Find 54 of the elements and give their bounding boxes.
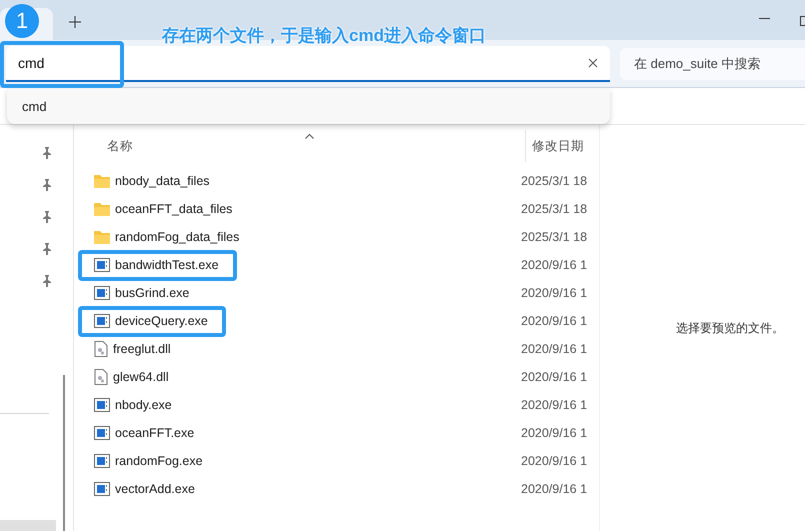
file-name[interactable]: bandwidthTest.exe — [78, 250, 237, 280]
gear-file-icon — [94, 369, 108, 385]
clear-icon[interactable] — [588, 58, 598, 68]
date-modified: 2020/9/16 1 — [521, 286, 588, 300]
address-bar[interactable]: cmd — [6, 46, 610, 82]
application-icon — [94, 314, 110, 328]
file-name[interactable]: randomFog_data_files — [78, 222, 258, 252]
preview-message: 选择要预览的文件。 — [676, 320, 784, 336]
application-icon — [94, 286, 110, 300]
date-modified: 2025/3/1 18 — [521, 174, 588, 188]
column-header[interactable]: 名称 — [107, 138, 525, 154]
folder-icon — [94, 202, 110, 216]
date-modified: 2020/9/16 1 — [521, 258, 588, 272]
date-modified: 2020/9/16 1 — [521, 454, 588, 468]
folder-icon — [94, 230, 110, 244]
date-modified: 2020/9/16 1 — [521, 482, 588, 496]
pin-icon[interactable] — [42, 179, 52, 191]
pin-icon[interactable] — [42, 211, 52, 223]
gear-file-icon — [94, 341, 108, 357]
date-modified: 2025/3/1 18 — [521, 230, 588, 244]
sort-caret-icon — [305, 134, 314, 139]
file-name[interactable]: deviceQuery.exe — [78, 306, 226, 336]
address-field[interactable]: cmd — [18, 50, 588, 74]
pin-icon[interactable] — [42, 243, 52, 255]
date-modified: 2020/9/16 1 — [521, 370, 588, 384]
file-name[interactable]: nbody_data_files — [78, 166, 228, 196]
file-name[interactable]: randomFog.exe — [78, 446, 221, 476]
application-icon — [94, 454, 110, 468]
application-icon — [94, 482, 110, 496]
search-field[interactable]: 在 demo_suite 中搜索 — [620, 48, 805, 80]
scrollbar[interactable] — [63, 375, 65, 531]
folder-icon — [94, 174, 110, 188]
file-name[interactable]: freeglut.dll — [78, 334, 189, 364]
date-modified: 2020/9/16 1 — [521, 314, 588, 328]
annotation-text: 存在两个文件，于是输入cmd进入命令窗口 — [162, 27, 486, 45]
date-modified: 2020/9/16 1 — [521, 342, 588, 356]
file-name[interactable]: nbody.exe — [78, 390, 190, 420]
file-name[interactable]: vectorAdd.exe — [78, 474, 213, 504]
minimize-icon[interactable] — [759, 18, 770, 20]
application-icon — [94, 426, 110, 440]
add-tab-icon[interactable] — [69, 16, 81, 28]
file-name[interactable]: busGrind.exe — [78, 278, 208, 308]
date-modified: 2025/3/1 18 — [521, 202, 588, 216]
file-name[interactable]: oceanFFT.exe — [78, 418, 212, 448]
date-modified: 2020/9/16 1 — [521, 426, 588, 440]
suggestion-item[interactable]: cmd — [22, 98, 47, 114]
pin-icon[interactable] — [42, 147, 52, 159]
column-header[interactable]: 修改日期 — [525, 130, 584, 162]
file-name[interactable]: oceanFFT_data_files — [78, 194, 250, 224]
pin-icon[interactable] — [42, 275, 52, 287]
file-name[interactable]: glew64.dll — [78, 362, 187, 392]
date-modified: 2020/9/16 1 — [521, 398, 588, 412]
application-icon — [94, 258, 110, 272]
application-icon — [94, 398, 110, 412]
